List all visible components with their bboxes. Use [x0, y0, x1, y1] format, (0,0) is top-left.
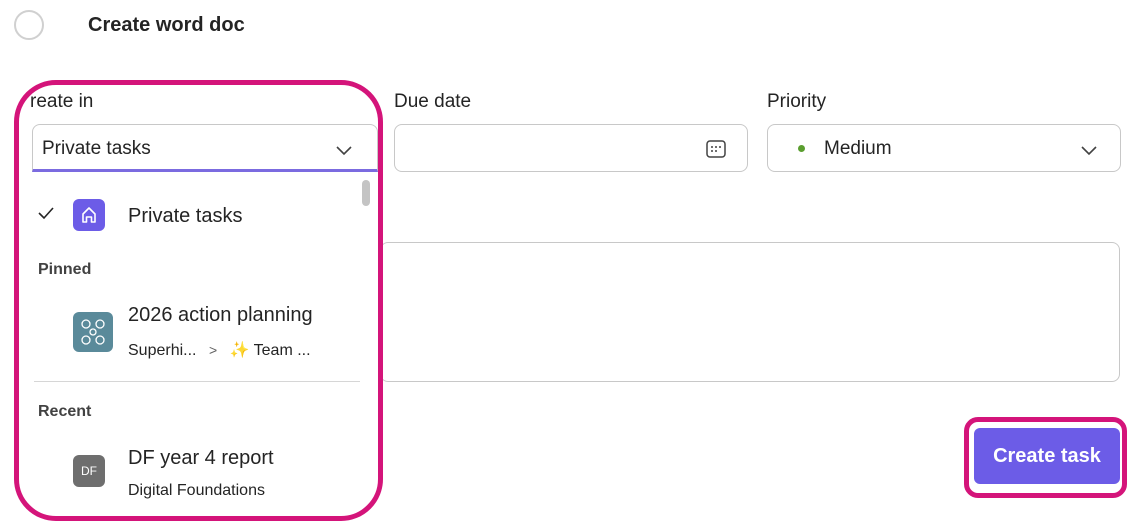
sparkle-pattern-icon: [73, 312, 113, 352]
dropdown-scrollbar[interactable]: [360, 176, 372, 506]
due-date-input[interactable]: [394, 124, 748, 172]
task-title: Create word doc: [88, 14, 245, 36]
chevron-down-icon: [336, 146, 352, 156]
priority-label: Priority: [767, 91, 827, 112]
priority-dot-icon: [798, 145, 805, 152]
scroll-thumb[interactable]: [362, 180, 370, 206]
due-date-label: Due date: [394, 91, 472, 112]
calendar-icon[interactable]: [705, 138, 727, 160]
create-task-button[interactable]: Create task: [974, 428, 1120, 484]
option-subtitle: Superhi... > ✨ Team ...: [128, 340, 311, 360]
option-df-year-4-report[interactable]: DF year 4 report: [128, 447, 274, 470]
task-complete-circle[interactable]: [14, 10, 44, 40]
priority-value: Medium: [824, 138, 892, 159]
option-2026-action-planning[interactable]: 2026 action planning: [128, 304, 313, 327]
subtitle-part-a: Superhi...: [128, 342, 197, 359]
section-heading-recent: Recent: [38, 403, 92, 420]
create-in-select[interactable]: Private tasks: [32, 124, 378, 172]
create-in-label: reate in: [30, 91, 94, 112]
checkmark-icon: [38, 207, 54, 220]
subtitle-part-b: ✨ Team ...: [229, 342, 311, 359]
home-icon: [73, 199, 105, 231]
chevron-down-icon: [1081, 146, 1097, 156]
section-heading-pinned: Pinned: [38, 261, 92, 278]
chevron-right-icon: >: [208, 342, 218, 358]
dropdown-divider: [34, 381, 360, 382]
option-private-tasks[interactable]: Private tasks: [128, 205, 242, 228]
initials-avatar: DF: [73, 455, 105, 487]
create-in-value: Private tasks: [42, 138, 151, 159]
option-subtitle-digital-foundations: Digital Foundations: [128, 482, 265, 499]
priority-select[interactable]: Medium: [767, 124, 1121, 172]
notes-textarea[interactable]: [380, 242, 1120, 382]
